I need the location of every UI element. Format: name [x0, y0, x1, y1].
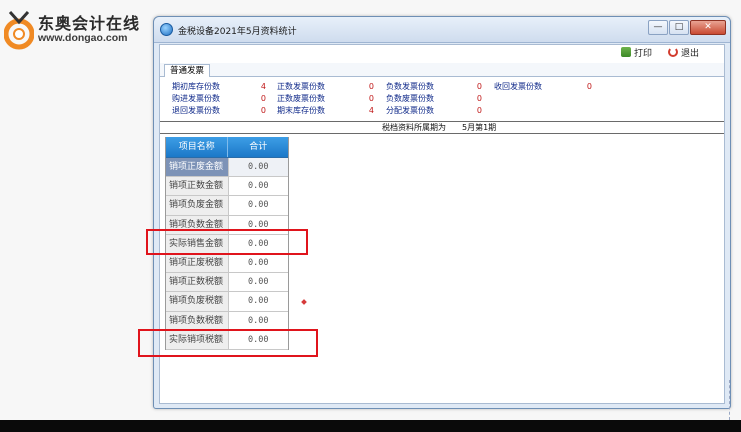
- column-header-item-name[interactable]: 项目名称: [166, 137, 229, 157]
- highlight-box-sales-amount: [146, 229, 308, 255]
- window-title: 金税设备2021年5月资料统计: [178, 27, 297, 37]
- window-titlebar[interactable]: 金税设备2021年5月资料统计 — □ ✕: [154, 17, 730, 43]
- exit-label: 退出: [681, 49, 700, 59]
- row-total-cell[interactable]: 0.00: [228, 177, 288, 196]
- table-row[interactable]: 销项正废税额 0.00: [166, 253, 288, 274]
- table-row[interactable]: 销项负数税额 0.00: [166, 311, 288, 331]
- row-name-cell: 销项正数税额: [166, 273, 229, 292]
- stat-value: 0: [368, 94, 374, 103]
- stat-label: 购进发票份数: [172, 94, 220, 103]
- row-name-cell: 销项正数金额: [166, 177, 229, 196]
- tab-strip: 普通发票: [160, 63, 724, 77]
- stat-value: 0: [260, 94, 266, 103]
- power-icon: [668, 47, 678, 57]
- stat-value: 0: [476, 82, 482, 91]
- stat-label: 期初库存份数: [172, 82, 220, 91]
- period-value: 5月第1期: [462, 123, 497, 132]
- app-icon: [160, 23, 173, 36]
- desktop-edge: [729, 380, 741, 420]
- row-name-cell: 销项正废税额: [166, 253, 229, 273]
- stat-value: 0: [476, 94, 482, 103]
- row-name-cell: 销项负废金额: [166, 196, 229, 215]
- highlight-box-output-tax: [138, 329, 318, 357]
- stat-value: 0: [586, 82, 592, 91]
- stat-value: 0: [260, 106, 266, 115]
- print-button[interactable]: 打印: [621, 47, 652, 61]
- logo-url: www.dongao.com: [38, 32, 128, 44]
- table-row[interactable]: 销项正数金额 0.00: [166, 177, 288, 197]
- stat-label: 退回发票份数: [172, 106, 220, 115]
- exit-button[interactable]: 退出: [668, 47, 699, 61]
- stat-label: 收回发票份数: [494, 82, 542, 91]
- stat-label: 正数发票份数: [277, 82, 325, 91]
- row-total-cell[interactable]: 0.00: [228, 158, 288, 177]
- dongao-logo-icon: [4, 10, 34, 50]
- stat-value: 0: [476, 106, 482, 115]
- toolbar: 打印 退出: [160, 45, 724, 63]
- stat-label: 正数废票份数: [277, 94, 325, 103]
- period-label: 税档资料所属期为: [382, 123, 446, 132]
- row-total-cell[interactable]: 0.00: [228, 311, 288, 330]
- invoice-stats-panel: 期初库存份数 4 购进发票份数 0 退回发票份数 0 正数发票份数 0 正数废票…: [164, 80, 720, 118]
- tab-ordinary-invoice[interactable]: 普通发票: [164, 64, 211, 77]
- print-label: 打印: [634, 49, 653, 59]
- stat-value: 4: [368, 106, 374, 115]
- row-name-cell: 销项负数税额: [166, 311, 229, 330]
- row-total-cell[interactable]: 0.00: [228, 196, 288, 215]
- bottom-bar: [0, 420, 741, 432]
- row-name-cell: 销项负废税额: [166, 292, 229, 311]
- screen: 东奥会计在线 www.dongao.com 金税设备2021年5月资料统计 — …: [0, 0, 741, 432]
- table-row[interactable]: 销项负废税额 0.00: [166, 292, 288, 312]
- dongao-logo: 东奥会计在线 www.dongao.com: [4, 6, 154, 52]
- row-total-cell[interactable]: 0.00: [228, 273, 288, 292]
- column-header-total[interactable]: 合计: [228, 137, 288, 157]
- close-button[interactable]: ✕: [690, 20, 726, 35]
- stat-label: 负数发票份数: [386, 82, 434, 91]
- stat-label: 负数废票份数: [386, 94, 434, 103]
- table-row[interactable]: 销项负废金额 0.00: [166, 196, 288, 216]
- row-total-cell[interactable]: 0.00: [228, 292, 288, 311]
- table-header: 项目名称 合计: [166, 137, 288, 158]
- row-name-cell: 销项正废金额: [166, 158, 229, 177]
- stat-value: 4: [260, 82, 266, 91]
- table-row[interactable]: 销项正数税额 0.00: [166, 273, 288, 293]
- maximize-button[interactable]: □: [669, 20, 689, 35]
- stat-label: 期末库存份数: [277, 106, 325, 115]
- minimize-button[interactable]: —: [648, 20, 668, 35]
- printer-icon: [621, 47, 631, 57]
- stat-label: 分配发票份数: [386, 106, 434, 115]
- table-row[interactable]: 销项正废金额 0.00: [166, 158, 288, 178]
- logo-title: 东奥会计在线: [38, 14, 141, 33]
- row-total-cell[interactable]: 0.00: [228, 253, 288, 273]
- stat-value: 0: [368, 82, 374, 91]
- period-bar: 税档资料所属期为 5月第1期: [160, 121, 724, 134]
